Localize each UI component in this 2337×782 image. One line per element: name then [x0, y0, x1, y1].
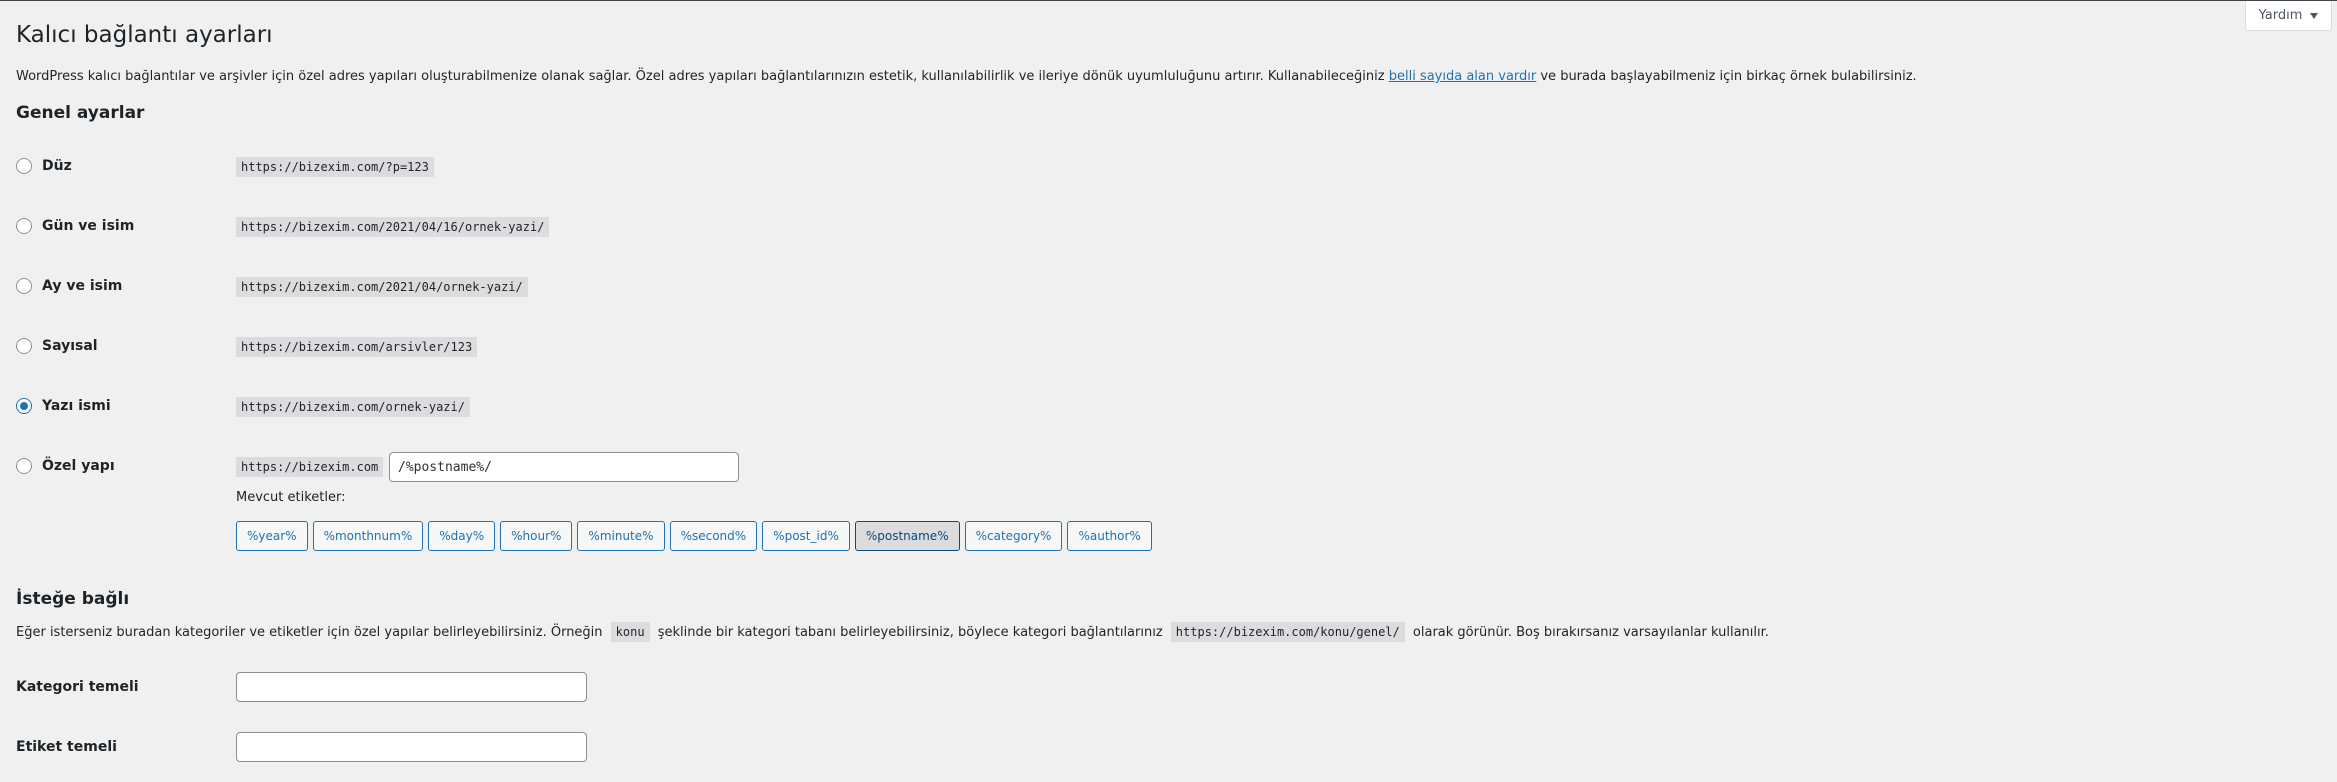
- category-base-label: Kategori temeli: [16, 679, 139, 695]
- option-plain-label: Düz: [42, 158, 72, 174]
- radio-plain[interactable]: [16, 158, 32, 174]
- optional-description-text-1: Eğer isterseniz buradan kategoriler ve e…: [16, 625, 603, 640]
- page-description-text-1: WordPress kalıcı bağlantılar ve arşivler…: [16, 69, 1389, 84]
- custom-structure-prefix: https://bizexim.com: [236, 457, 384, 477]
- tag-button-category[interactable]: %category%: [964, 521, 1063, 551]
- page-title: Kalıcı bağlantı ayarları: [16, 22, 273, 48]
- option-day-name[interactable]: Gün ve isim: [16, 218, 134, 234]
- option-plain[interactable]: Düz: [16, 158, 72, 174]
- page-description: WordPress kalıcı bağlantılar ve arşivler…: [16, 67, 1917, 87]
- optional-description-text-2: şeklinde bir kategori tabanı belirleyebi…: [657, 625, 1163, 640]
- option-month-name-label: Ay ve isim: [42, 278, 123, 294]
- page-description-text-2: ve burada başlayabilmeniz için birkaç ör…: [1536, 69, 1917, 84]
- radio-custom[interactable]: [16, 458, 32, 474]
- option-numeric-label: Sayısal: [42, 338, 98, 354]
- option-custom[interactable]: Özel yapı: [16, 458, 115, 474]
- option-month-name[interactable]: Ay ve isim: [16, 278, 122, 294]
- tag-button-post-id[interactable]: %post_id%: [762, 521, 850, 551]
- category-base-example: konu: [610, 622, 650, 642]
- available-fields-link[interactable]: belli sayıda alan vardır: [1389, 69, 1537, 84]
- option-post-name[interactable]: Yazı ismi: [16, 398, 111, 414]
- optional-description-text-3: olarak görünür. Boş bırakırsanız varsayı…: [1412, 625, 1769, 640]
- example-plain: https://bizexim.com/?p=123: [236, 157, 434, 177]
- help-tab-label: Yardım: [2258, 8, 2303, 23]
- available-tags-label: Mevcut etiketler:: [236, 490, 346, 505]
- tag-base-input[interactable]: [236, 732, 587, 762]
- caret-down-icon: [2310, 12, 2319, 19]
- tag-button-second[interactable]: %second%: [669, 521, 758, 551]
- example-post-name: https://bizexim.com/ornek-yazi/: [236, 397, 470, 417]
- optional-description: Eğer isterseniz buradan kategoriler ve e…: [16, 622, 1769, 642]
- radio-day-name[interactable]: [16, 218, 32, 234]
- help-tab-button[interactable]: Yardım: [2245, 1, 2332, 31]
- example-day-name: https://bizexim.com/2021/04/16/ornek-yaz…: [236, 217, 550, 237]
- option-custom-label: Özel yapı: [42, 458, 115, 474]
- tag-button-minute[interactable]: %minute%: [577, 521, 665, 551]
- tag-button-author[interactable]: %author%: [1067, 521, 1152, 551]
- category-link-example: https://bizexim.com/konu/genel/: [1170, 622, 1405, 642]
- radio-numeric[interactable]: [16, 338, 32, 354]
- example-numeric: https://bizexim.com/arsivler/123: [236, 337, 478, 357]
- tag-button-monthnum[interactable]: %monthnum%: [312, 521, 424, 551]
- radio-post-name[interactable]: [16, 398, 32, 414]
- option-day-name-label: Gün ve isim: [42, 218, 135, 234]
- available-tags: %year% %monthnum% %day% %hour% %minute% …: [236, 521, 1152, 551]
- custom-structure-input[interactable]: /%postname%/: [389, 452, 739, 482]
- option-post-name-label: Yazı ismi: [42, 398, 111, 414]
- admin-bar-edge: [0, 0, 2337, 1]
- optional-heading: İsteğe bağlı: [16, 589, 130, 609]
- example-month-name: https://bizexim.com/2021/04/ornek-yazi/: [236, 277, 528, 297]
- tag-base-label: Etiket temeli: [16, 739, 117, 755]
- tag-button-postname[interactable]: %postname%: [854, 521, 960, 551]
- tag-button-day[interactable]: %day%: [428, 521, 496, 551]
- tag-button-year[interactable]: %year%: [236, 521, 308, 551]
- category-base-input[interactable]: [236, 672, 587, 702]
- tag-button-hour[interactable]: %hour%: [500, 521, 573, 551]
- radio-month-name[interactable]: [16, 278, 32, 294]
- option-numeric[interactable]: Sayısal: [16, 338, 98, 354]
- general-settings-heading: Genel ayarlar: [16, 103, 145, 123]
